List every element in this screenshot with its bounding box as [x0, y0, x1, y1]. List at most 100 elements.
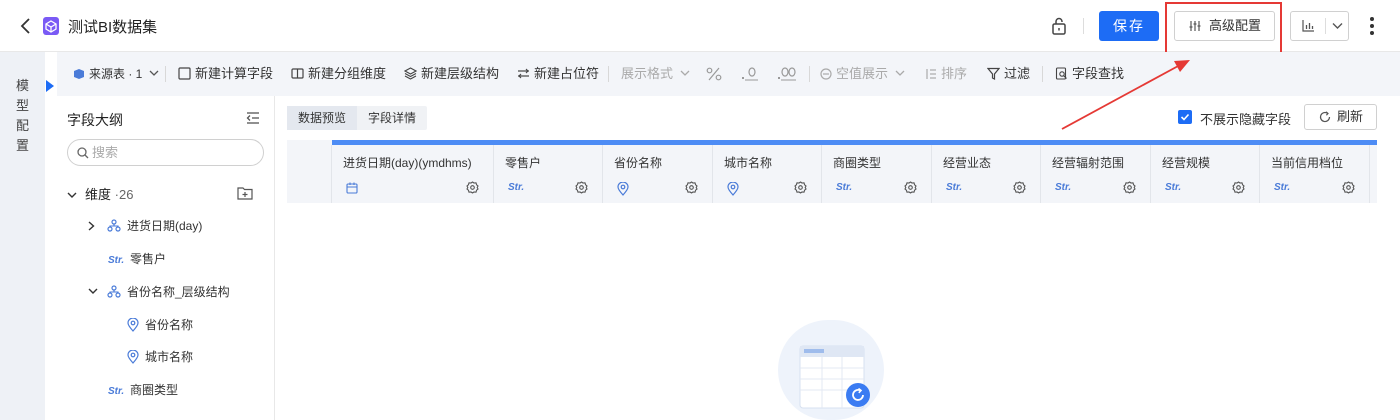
tree-item-geo[interactable]: 省份名称: [127, 314, 193, 336]
tree-item-label: 省份名称_层级结构: [127, 285, 230, 299]
string-type-icon: Str.: [1274, 182, 1291, 193]
dataset-title: 测试BI数据集: [68, 19, 158, 36]
gear-icon[interactable]: [466, 181, 479, 194]
column-header-label: 进货日期(day)(ymdhms): [343, 156, 472, 170]
tree-item-label: 零售户: [130, 252, 167, 266]
tree-item-label: 商圈类型: [130, 383, 179, 397]
new-group-dimension-button[interactable]: 新建分组维度: [291, 52, 386, 96]
display-format-dropdown[interactable]: 展示格式: [621, 52, 690, 96]
tree-item-label: 进货日期(day): [127, 219, 203, 233]
tree-item-geo[interactable]: 城市名称: [127, 346, 193, 368]
rail-label: 模型配置: [16, 78, 30, 153]
field-search-label: 字段查找: [1072, 66, 1125, 81]
source-table-icon: [74, 68, 84, 79]
toolbar-divider: [1042, 66, 1043, 82]
calendar-icon: [346, 182, 358, 194]
column-header-label: 经营业态: [943, 156, 992, 170]
chevron-down-icon: [88, 288, 98, 295]
location-pin-icon: [727, 182, 739, 196]
increase-decimal-button[interactable]: [777, 52, 801, 96]
new-hierarchy-button[interactable]: 新建层级结构: [403, 52, 499, 96]
lock-icon[interactable]: [1050, 16, 1068, 36]
string-type-icon: Str.: [108, 255, 125, 266]
display-format-label: 展示格式: [621, 66, 674, 81]
column-header[interactable]: 商圈类型 Str.: [822, 145, 932, 203]
gear-icon[interactable]: [794, 181, 807, 194]
filter-button[interactable]: 过滤: [986, 52, 1030, 96]
new-calc-field-button[interactable]: 新建计算字段: [178, 52, 273, 96]
gear-icon[interactable]: [904, 181, 917, 194]
refresh-button[interactable]: 刷新: [1304, 104, 1377, 130]
save-button[interactable]: 保存: [1099, 11, 1159, 41]
field-search-icon: [1055, 67, 1067, 80]
search-input[interactable]: [92, 142, 252, 163]
hide-hidden-fields-label: 不展示隐藏字段: [1200, 112, 1292, 127]
add-folder-icon[interactable]: [237, 186, 253, 200]
expand-arrow-icon[interactable]: [46, 80, 54, 92]
chart-btn-divider: [1325, 18, 1326, 34]
tab-data-preview[interactable]: 数据预览: [287, 106, 358, 130]
tree-item-string[interactable]: Str. 零售户: [108, 248, 166, 270]
more-vertical-icon[interactable]: [1366, 14, 1378, 38]
column-header[interactable]: 经营规模 Str.: [1151, 145, 1260, 203]
refresh-label: 刷新: [1337, 109, 1364, 124]
percent-icon: [706, 67, 722, 80]
new-group-dimension-label: 新建分组维度: [308, 66, 387, 81]
refresh-icon: [1319, 111, 1331, 123]
sort-button[interactable]: 排序: [925, 52, 967, 96]
string-type-icon: Str.: [508, 182, 525, 193]
column-header[interactable]: 省份名称: [603, 145, 713, 203]
hide-hidden-fields-checkbox[interactable]: [1178, 110, 1192, 124]
percent-format-button[interactable]: [706, 52, 726, 96]
field-search-button[interactable]: 字段查找: [1055, 52, 1124, 96]
new-placeholder-button[interactable]: 新建占位符: [517, 52, 599, 96]
source-table-dropdown[interactable]: 来源表 · 1: [73, 52, 159, 96]
new-placeholder-label: 新建占位符: [534, 66, 600, 81]
tree-item-string[interactable]: Str. 商圈类型: [108, 379, 178, 401]
gear-icon[interactable]: [1123, 181, 1136, 194]
field-search-box[interactable]: [67, 139, 264, 166]
view-tabs: 数据预览 字段详情: [287, 106, 428, 130]
tree-item-hierarchy[interactable]: 进货日期(day): [88, 215, 202, 237]
column-header[interactable]: 经营业态 Str.: [932, 145, 1041, 203]
source-table-label: 来源表 · 1: [89, 67, 143, 81]
tree-item-hierarchy[interactable]: 省份名称_层级结构: [88, 281, 230, 303]
collapse-panel-icon[interactable]: [245, 110, 261, 126]
annotation-highlight-box: [1165, 2, 1282, 59]
location-pin-icon: [127, 349, 139, 364]
new-calc-field-label: 新建计算字段: [195, 66, 274, 81]
hierarchy-icon: [107, 219, 121, 232]
string-type-icon: Str.: [946, 182, 963, 193]
table-placeholder-icon: [799, 345, 870, 409]
gear-icon[interactable]: [685, 181, 698, 194]
dimension-group-header[interactable]: 维度 ·26: [67, 184, 133, 203]
null-display-label: 空值展示: [836, 66, 889, 81]
back-arrow-icon[interactable]: [18, 17, 34, 35]
gear-icon[interactable]: [1232, 181, 1245, 194]
location-pin-icon: [617, 182, 629, 196]
column-header-label: 城市名称: [724, 156, 773, 170]
top-header: 测试BI数据集 保存 高级配置: [0, 0, 1400, 59]
column-header-label: 零售户: [505, 156, 542, 170]
column-header[interactable]: 当前信用档位 Str.: [1260, 145, 1370, 203]
model-config-rail[interactable]: 模型配置: [0, 52, 45, 420]
gear-icon[interactable]: [575, 181, 588, 194]
toolbar-divider: [608, 66, 609, 82]
tab-field-details[interactable]: 字段详情: [357, 106, 427, 130]
decrease-decimal-button[interactable]: [741, 52, 763, 96]
tree-item-label: 省份名称: [145, 318, 194, 332]
chart-type-dropdown[interactable]: [1290, 11, 1349, 41]
gear-icon[interactable]: [1013, 181, 1026, 194]
filter-icon: [986, 67, 1001, 81]
column-header-label: 经营规模: [1162, 156, 1211, 170]
checkmark-icon: [1180, 113, 1190, 121]
dataset-cube-icon: [43, 17, 59, 35]
column-header[interactable]: 零售户 Str.: [494, 145, 603, 203]
column-header[interactable]: 城市名称: [713, 145, 822, 203]
column-header[interactable]: 经营辐射范围 Str.: [1041, 145, 1151, 203]
null-display-dropdown[interactable]: 空值展示: [820, 52, 905, 96]
column-header[interactable]: 进货日期(day)(ymdhms): [332, 145, 494, 203]
column-header-label: 商圈类型: [833, 156, 882, 170]
chevron-down-icon: [149, 70, 159, 76]
gear-icon[interactable]: [1342, 181, 1355, 194]
